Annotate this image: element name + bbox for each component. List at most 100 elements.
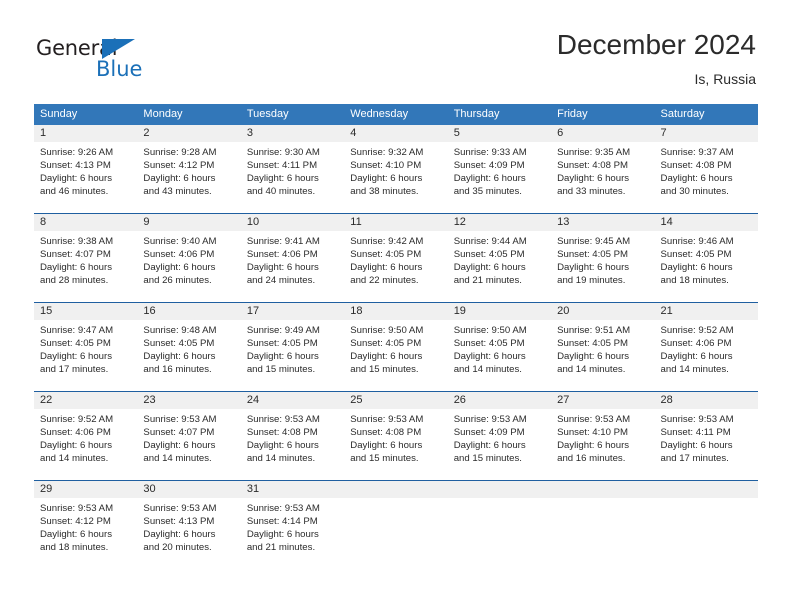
daylight-line-cont: and 35 minutes. [453,186,522,197]
day-number[interactable]: 23 [137,392,240,409]
day-cell[interactable]: Sunrise: 9:26 AM Sunset: 4:13 PM Dayligh… [34,142,137,199]
daylight-line-cont: and 33 minutes. [557,186,626,197]
day-cell[interactable]: Sunrise: 9:53 AM Sunset: 4:14 PM Dayligh… [241,498,344,555]
day-cell[interactable]: Sunrise: 9:50 AM Sunset: 4:05 PM Dayligh… [448,320,551,377]
day-number[interactable]: 3 [241,125,344,142]
logo-text-blue: Blue [96,57,143,81]
daylight-line: Daylight: 6 hours [246,440,319,451]
day-number[interactable]: 22 [34,392,137,409]
day-cell[interactable]: Sunrise: 9:53 AM Sunset: 4:12 PM Dayligh… [34,498,137,555]
day-number[interactable]: 31 [241,481,344,498]
day-number-empty [551,481,654,498]
daylight-line: Daylight: 6 hours [246,262,319,273]
day-number[interactable]: 12 [448,214,551,231]
day-cell[interactable]: Sunrise: 9:53 AM Sunset: 4:11 PM Dayligh… [655,409,758,466]
day-number[interactable]: 4 [344,125,447,142]
day-cell[interactable]: Sunrise: 9:49 AM Sunset: 4:05 PM Dayligh… [241,320,344,377]
logo-triangle-icon [102,39,135,59]
day-number[interactable]: 10 [241,214,344,231]
daylight-line: Daylight: 6 hours [143,440,216,451]
day-cell[interactable]: Sunrise: 9:38 AM Sunset: 4:07 PM Dayligh… [34,231,137,288]
day-cell[interactable]: Sunrise: 9:52 AM Sunset: 4:06 PM Dayligh… [34,409,137,466]
daylight-line: Daylight: 6 hours [40,351,112,362]
day-number[interactable]: 6 [551,125,654,142]
daylight-line: Daylight: 6 hours [660,173,733,184]
day-cell[interactable]: Sunrise: 9:28 AM Sunset: 4:12 PM Dayligh… [137,142,240,199]
sunrise-line: Sunrise: 9:32 AM [350,147,424,158]
sunset-line: Sunset: 4:08 PM [660,160,732,171]
day-cell[interactable]: Sunrise: 9:46 AM Sunset: 4:05 PM Dayligh… [655,231,758,288]
day-number[interactable]: 17 [241,303,344,320]
day-number[interactable]: 24 [241,392,344,409]
sunrise-line: Sunrise: 9:53 AM [40,503,114,514]
week-row: 22 23 24 25 26 27 28 Sunrise: 9:52 AM Su… [34,391,758,466]
sunrise-line: Sunrise: 9:51 AM [557,325,631,336]
day-cell[interactable]: Sunrise: 9:53 AM Sunset: 4:08 PM Dayligh… [241,409,344,466]
day-number[interactable]: 30 [137,481,240,498]
day-cell[interactable]: Sunrise: 9:30 AM Sunset: 4:11 PM Dayligh… [241,142,344,199]
sunrise-line: Sunrise: 9:38 AM [40,236,114,247]
day-cell[interactable]: Sunrise: 9:41 AM Sunset: 4:06 PM Dayligh… [241,231,344,288]
day-cell[interactable]: Sunrise: 9:44 AM Sunset: 4:05 PM Dayligh… [448,231,551,288]
day-cell[interactable]: Sunrise: 9:53 AM Sunset: 4:09 PM Dayligh… [448,409,551,466]
day-cell[interactable]: Sunrise: 9:53 AM Sunset: 4:10 PM Dayligh… [551,409,654,466]
day-cell[interactable]: Sunrise: 9:47 AM Sunset: 4:05 PM Dayligh… [34,320,137,377]
day-cell[interactable]: Sunrise: 9:32 AM Sunset: 4:10 PM Dayligh… [344,142,447,199]
week-spacer [34,377,758,391]
day-number[interactable]: 5 [448,125,551,142]
day-cell[interactable]: Sunrise: 9:48 AM Sunset: 4:05 PM Dayligh… [137,320,240,377]
week-detail-band: Sunrise: 9:26 AM Sunset: 4:13 PM Dayligh… [34,142,758,199]
location-label: Is, Russia [694,71,756,87]
day-cell[interactable]: Sunrise: 9:53 AM Sunset: 4:07 PM Dayligh… [137,409,240,466]
day-number[interactable]: 19 [448,303,551,320]
sunrise-line: Sunrise: 9:35 AM [557,147,631,158]
day-number[interactable]: 14 [655,214,758,231]
day-cell[interactable]: Sunrise: 9:40 AM Sunset: 4:06 PM Dayligh… [137,231,240,288]
day-number[interactable]: 7 [655,125,758,142]
day-number[interactable]: 18 [344,303,447,320]
week-daynumber-band: 22 23 24 25 26 27 28 [34,392,758,409]
sunset-line: Sunset: 4:05 PM [557,249,629,260]
day-cell-empty [551,498,654,555]
sunrise-line: Sunrise: 9:53 AM [246,503,320,514]
daylight-line-cont: and 14 minutes. [246,453,316,464]
day-number[interactable]: 13 [551,214,654,231]
sunset-line: Sunset: 4:05 PM [40,338,111,349]
day-number[interactable]: 8 [34,214,137,231]
daylight-line-cont: and 14 minutes. [557,364,626,375]
day-number[interactable]: 21 [655,303,758,320]
week-detail-band: Sunrise: 9:52 AM Sunset: 4:06 PM Dayligh… [34,409,758,466]
daylight-line: Daylight: 6 hours [350,351,423,362]
day-cell[interactable]: Sunrise: 9:53 AM Sunset: 4:13 PM Dayligh… [137,498,240,555]
sunset-line: Sunset: 4:08 PM [557,160,629,171]
day-number[interactable]: 9 [137,214,240,231]
day-cell[interactable]: Sunrise: 9:45 AM Sunset: 4:05 PM Dayligh… [551,231,654,288]
day-cell[interactable]: Sunrise: 9:52 AM Sunset: 4:06 PM Dayligh… [655,320,758,377]
day-number[interactable]: 20 [551,303,654,320]
sunrise-line: Sunrise: 9:53 AM [143,503,217,514]
day-cell[interactable]: Sunrise: 9:42 AM Sunset: 4:05 PM Dayligh… [344,231,447,288]
day-cell[interactable]: Sunrise: 9:51 AM Sunset: 4:05 PM Dayligh… [551,320,654,377]
day-cell-empty [344,498,447,555]
day-cell[interactable]: Sunrise: 9:37 AM Sunset: 4:08 PM Dayligh… [655,142,758,199]
day-number[interactable]: 26 [448,392,551,409]
day-number[interactable]: 16 [137,303,240,320]
day-number[interactable]: 28 [655,392,758,409]
day-number[interactable]: 29 [34,481,137,498]
day-cell[interactable]: Sunrise: 9:35 AM Sunset: 4:08 PM Dayligh… [551,142,654,199]
sunrise-line: Sunrise: 9:42 AM [350,236,424,247]
sunset-line: Sunset: 4:08 PM [350,427,422,438]
daylight-line: Daylight: 6 hours [40,173,112,184]
day-number[interactable]: 25 [344,392,447,409]
day-cell[interactable]: Sunrise: 9:33 AM Sunset: 4:09 PM Dayligh… [448,142,551,199]
day-number[interactable]: 1 [34,125,137,142]
day-number[interactable]: 2 [137,125,240,142]
day-number[interactable]: 15 [34,303,137,320]
day-number[interactable]: 27 [551,392,654,409]
calendar-page: General Blue December 2024 Is, Russia Su… [0,0,792,612]
daylight-line: Daylight: 6 hours [143,173,216,184]
day-number[interactable]: 11 [344,214,447,231]
day-cell[interactable]: Sunrise: 9:53 AM Sunset: 4:08 PM Dayligh… [344,409,447,466]
day-cell[interactable]: Sunrise: 9:50 AM Sunset: 4:05 PM Dayligh… [344,320,447,377]
daylight-line-cont: and 21 minutes. [246,542,316,553]
